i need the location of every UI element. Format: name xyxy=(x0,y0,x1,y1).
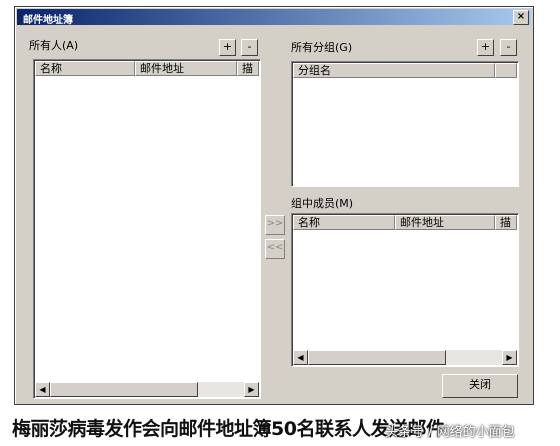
column-header-description[interactable]: 描 xyxy=(237,61,259,76)
remove-person-button[interactable]: - xyxy=(241,39,258,56)
close-button[interactable]: 关闭 xyxy=(442,374,518,398)
title-bar[interactable]: 邮件地址簿 × xyxy=(17,9,531,26)
remove-from-group-button[interactable]: << xyxy=(265,239,285,259)
group-members-list[interactable]: 名称 邮件地址 描 ◀ ▶ xyxy=(291,213,519,367)
watermark-text: 头条号 / 网络的小面包 xyxy=(385,425,515,440)
all-groups-list[interactable]: 分组名 xyxy=(291,61,519,187)
all-people-label: 所有人(A) xyxy=(29,39,79,52)
add-group-button[interactable]: + xyxy=(477,39,494,56)
column-header-description[interactable]: 描 xyxy=(495,215,517,230)
caption-text: 梅丽莎病毒发作会向邮件地址簿50名联系人发送邮件 xyxy=(12,418,445,440)
scroll-left-icon[interactable]: ◀ xyxy=(293,350,308,365)
all-groups-label: 所有分组(G) xyxy=(291,41,353,54)
close-icon[interactable]: × xyxy=(513,10,529,25)
group-members-label: 组中成员(M) xyxy=(291,197,354,210)
all-people-list[interactable]: 名称 邮件地址 描 ◀ ▶ xyxy=(33,59,261,399)
window-title: 邮件地址簿 xyxy=(23,15,73,26)
column-header-email[interactable]: 邮件地址 xyxy=(395,215,495,230)
horizontal-scrollbar[interactable]: ◀ ▶ xyxy=(293,350,517,365)
column-header-group-name[interactable]: 分组名 xyxy=(293,63,495,78)
remove-group-button[interactable]: - xyxy=(500,39,517,56)
column-header-name[interactable]: 名称 xyxy=(35,61,135,76)
scroll-left-icon[interactable]: ◀ xyxy=(35,382,50,397)
column-header-name[interactable]: 名称 xyxy=(293,215,395,230)
add-person-button[interactable]: + xyxy=(219,39,236,56)
column-header-email[interactable]: 邮件地址 xyxy=(135,61,237,76)
scrollbar-thumb[interactable] xyxy=(308,350,446,365)
scrollbar-thumb[interactable] xyxy=(50,382,198,397)
add-to-group-button[interactable]: >> xyxy=(265,215,285,235)
scroll-right-icon[interactable]: ▶ xyxy=(244,382,259,397)
scroll-right-icon[interactable]: ▶ xyxy=(502,350,517,365)
horizontal-scrollbar[interactable]: ◀ ▶ xyxy=(35,382,259,397)
column-header-blank xyxy=(495,63,517,78)
address-book-dialog: 邮件地址簿 × 所有人(A) + - 名称 邮件地址 描 ◀ ▶ 所有分组(G)… xyxy=(14,6,534,405)
